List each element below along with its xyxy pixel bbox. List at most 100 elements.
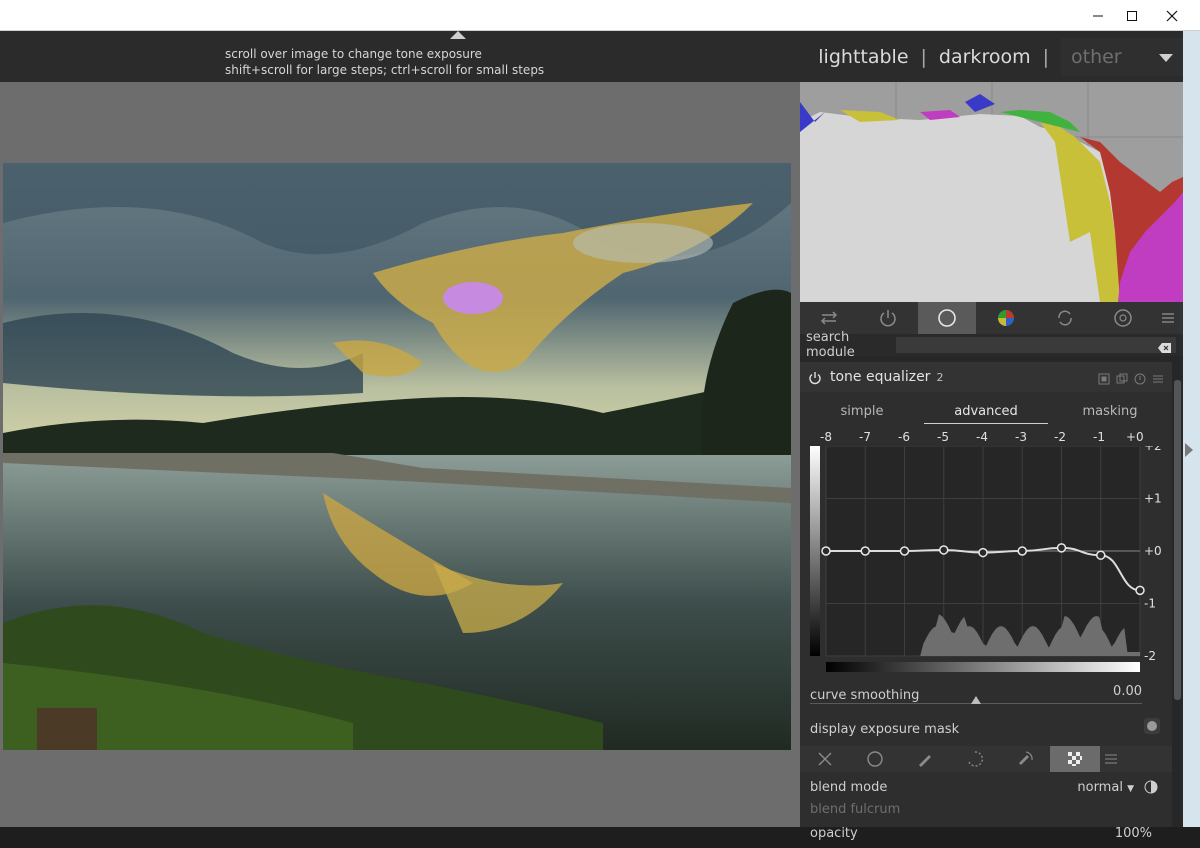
opacity-label: opacity [810,826,858,841]
aperture-icon[interactable] [1094,302,1152,334]
drawn-parametric-icon[interactable] [1000,746,1050,772]
ev-tick: -5 [937,430,949,444]
mask-indicator-icon[interactable] [1098,370,1110,385]
maximize-icon[interactable] [1112,0,1152,31]
module-instance: 2 [936,370,944,384]
view-other-dropdown[interactable]: other [1061,37,1183,76]
uniform-icon[interactable] [850,746,900,772]
tooltip-hint: scroll over image to change tone exposur… [225,46,544,78]
slider-thumb[interactable] [971,696,981,704]
reset-icon[interactable] [1134,370,1146,385]
display-exposure-mask-label: display exposure mask [810,722,960,737]
exposure-gradient-vertical [810,446,820,656]
blend-mode-row[interactable]: blend mode normal ▼ [810,780,1162,802]
blending-section: blend mode normal ▼ blend fulcrum opacit… [810,780,1162,848]
curve-node[interactable] [1135,585,1145,596]
chevron-down-icon [1159,53,1173,62]
y-tick-label: +0 [1144,544,1162,558]
module-power-icon[interactable] [808,370,822,385]
presets-menu-icon[interactable] [1152,370,1164,383]
tone-equalizer-module: tone equalizer 2 simple advanced masking… [800,362,1172,841]
right-panel: search module tone equalizer 2 simple ad… [800,82,1183,841]
y-tick-label: -1 [1144,597,1156,611]
curve-node[interactable] [860,546,870,556]
hint-line-2: shift+scroll for large steps; ctrl+scrol… [225,63,545,77]
top-header: scroll over image to change tone exposur… [0,31,1183,82]
ev-tick: +0 [1126,430,1144,444]
tone-curve-graph[interactable]: +2 +1 +0 -1 -2 [810,446,1162,676]
window-titlebar [0,0,1200,31]
search-module-row: search module [800,330,1183,360]
view-switcher: lighttable | darkroom | other [818,31,1183,82]
y-tick-label: +2 [1144,446,1162,453]
opacity-value: 100% [1114,826,1152,841]
multi-instance-icon[interactable] [1116,370,1128,384]
y-tick-label: -2 [1144,649,1156,663]
y-axis-ticks: +2 +1 +0 -1 -2 [1144,446,1162,663]
curve-node[interactable] [821,546,831,556]
mask-mode-bar [800,746,1172,772]
module-name: tone equalizer [830,369,931,385]
hint-line-1: scroll over image to change tone exposur… [225,47,482,61]
module-header-icons [1098,370,1164,385]
curve-node[interactable] [978,547,988,558]
blend-mode-text: normal [1077,780,1123,795]
search-module-label: search module [806,330,855,360]
tab-advanced[interactable]: advanced [924,402,1048,424]
ev-tick: -2 [1054,430,1066,444]
photo-preview[interactable] [3,163,791,750]
view-separator: | [1042,45,1049,68]
window-edge [1183,31,1200,827]
tab-simple[interactable]: simple [800,402,924,424]
exposure-gradient-horizontal [826,662,1140,672]
module-header[interactable]: tone equalizer 2 [800,362,1172,392]
collapse-top-panel-icon[interactable] [450,31,466,39]
refresh-icon[interactable] [1036,302,1094,334]
curve-node[interactable] [1056,543,1067,553]
ev-tick: -1 [1093,430,1105,444]
hamburger-icon[interactable] [1152,302,1183,334]
curve-smoothing-label: curve smoothing [810,688,920,703]
invert-blend-icon[interactable] [1144,780,1158,794]
histogram[interactable] [800,82,1183,302]
curve-node[interactable] [1017,546,1027,556]
circle-icon[interactable] [918,302,976,334]
ev-tick: -3 [1015,430,1027,444]
close-icon[interactable] [1152,0,1192,31]
curve-node[interactable] [939,545,949,555]
color-wheel-icon[interactable] [976,302,1036,334]
curve-node[interactable] [899,546,910,556]
chevron-down-icon: ▼ [1127,784,1134,794]
ev-tick: -4 [976,430,988,444]
opacity-row[interactable]: opacity 100% [810,826,1162,848]
blend-mode-value[interactable]: normal ▼ [1077,780,1134,795]
search-module-input[interactable] [896,337,1176,353]
drawn-icon[interactable] [900,746,950,772]
off-icon[interactable] [800,746,850,772]
right-panel-scrollbar[interactable] [1174,380,1181,700]
view-lighttable[interactable]: lighttable [818,46,908,68]
blend-fulcrum-label: blend fulcrum [810,802,901,817]
view-separator: | [920,45,927,68]
ev-tick: -7 [859,430,871,444]
curve-smoothing-value: 0.00 [1113,684,1142,699]
raster-icon[interactable] [1050,746,1100,772]
expand-right-panel-icon[interactable] [1185,443,1193,457]
hamburger-icon[interactable] [1100,746,1122,772]
ev-axis-ticks: -8 -7 -6 -5 -4 -3 -2 -1 +0 [814,430,1144,444]
view-other-label: other [1071,45,1122,68]
curve-node[interactable] [1096,550,1106,560]
display-mask-toggle-icon[interactable] [1144,718,1160,734]
curve-smoothing-slider[interactable]: curve smoothing 0.00 [810,684,1142,714]
image-canvas[interactable] [0,82,800,827]
ev-tick: -6 [898,430,910,444]
module-tabs: simple advanced masking [800,402,1172,424]
blend-fulcrum-row[interactable]: blend fulcrum [810,802,1162,824]
parametric-icon[interactable] [950,746,1000,772]
display-exposure-mask-row: display exposure mask [810,718,1162,738]
view-darkroom[interactable]: darkroom [939,46,1031,68]
y-tick-label: +1 [1144,492,1162,506]
blend-mode-label: blend mode [810,780,888,795]
clear-search-icon[interactable] [1158,339,1172,353]
tab-masking[interactable]: masking [1048,402,1172,424]
